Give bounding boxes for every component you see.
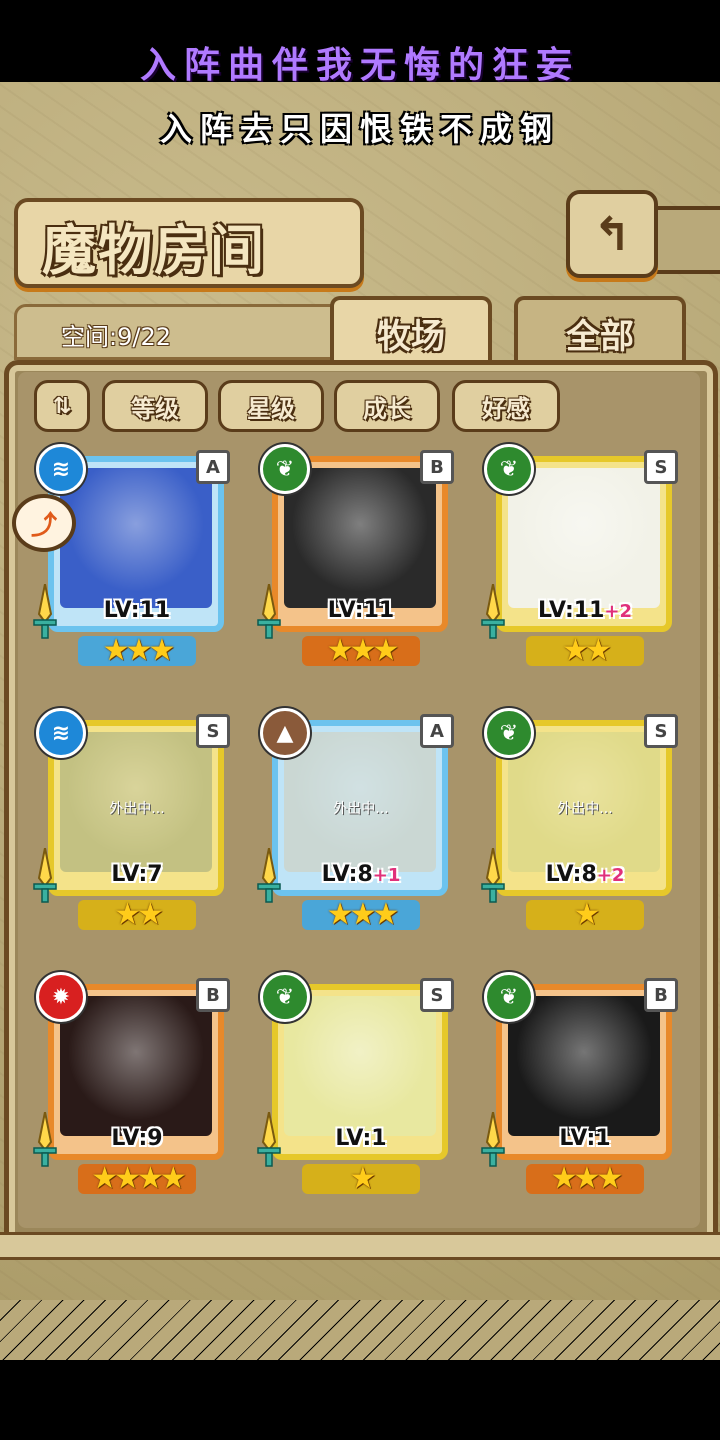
tab-all-label: 全部: [566, 316, 634, 357]
wind-element-icon: ❦: [484, 708, 534, 758]
return-arrow-icon: ↰: [592, 207, 632, 261]
level-label: LV:11: [40, 598, 234, 623]
fire-element-icon: ✹: [36, 972, 86, 1022]
monster-card[interactable]: S ❦ LV:11+2 ★★: [481, 444, 682, 666]
level-label: LV:8+2: [488, 862, 682, 887]
star-rating: ★★★: [102, 633, 176, 668]
tab-all[interactable]: 全部: [514, 296, 686, 366]
level-label: LV:11: [264, 598, 458, 623]
monster-portrait: [60, 996, 212, 1136]
rank-badge: B: [196, 978, 230, 1012]
star-rating: ★★★: [550, 1161, 624, 1196]
earth-element-icon: ▲: [260, 708, 310, 758]
monster-card[interactable]: B ❦ LV:11 ★★★: [257, 444, 458, 666]
sort-affection-button[interactable]: 好感: [452, 380, 560, 432]
monster-card[interactable]: A ▲ 外出中... LV:8+1 ★★★: [257, 708, 458, 930]
level-value: LV:11: [103, 598, 171, 623]
sort-order-icon: ⇅: [52, 393, 72, 419]
space-counter-bar: 空间:9/22: [14, 304, 350, 360]
monster-card[interactable]: S ≋ 外出中... LV:7 ★★: [33, 708, 234, 930]
monster-portrait: [508, 996, 660, 1136]
away-status: 外出中...: [557, 801, 613, 817]
rank-badge: A: [196, 450, 230, 484]
level-value: LV:7: [111, 862, 163, 887]
level-value: LV:1: [335, 1126, 387, 1151]
monster-portrait: [508, 468, 660, 608]
rank-badge: S: [420, 978, 454, 1012]
star-rating: ★★: [114, 897, 164, 932]
back-button-rail: [650, 206, 720, 274]
sort-growth-label: 成长: [363, 394, 411, 423]
monster-portrait: [60, 468, 212, 608]
star-rating: ★★: [562, 633, 612, 668]
page-title: 魔物房间: [42, 219, 266, 282]
rank-badge: S: [644, 714, 678, 748]
star-rating: ★: [349, 1161, 377, 1196]
sort-order-toggle[interactable]: ⇅: [34, 380, 90, 432]
rank-badge: B: [420, 450, 454, 484]
star-rating: ★★★★: [91, 1161, 187, 1196]
level-bonus: +1: [372, 865, 401, 886]
sort-level-button[interactable]: 等级: [102, 380, 208, 432]
sort-growth-button[interactable]: 成长: [334, 380, 440, 432]
star-rating: ★: [573, 897, 601, 932]
level-bonus: +2: [596, 865, 625, 886]
level-label: LV:9: [40, 1126, 234, 1151]
level-label: LV:7: [40, 862, 234, 887]
torn-paper-edge: [0, 1300, 720, 1360]
wind-element-icon: ❦: [260, 444, 310, 494]
monster-portrait: [284, 468, 436, 608]
panel-bottom-border: [0, 1232, 720, 1260]
rank-badge: S: [196, 714, 230, 748]
tab-ranch-label: 牧场: [377, 316, 445, 357]
lock-toggle-button[interactable]: ⤴: [12, 494, 76, 552]
level-value: LV:8: [321, 862, 373, 887]
monster-portrait: [284, 996, 436, 1136]
away-status: 外出中...: [333, 801, 389, 817]
lyric-line-1: 入阵曲伴我无悔的狂妄: [139, 45, 580, 86]
level-label: LV:8+1: [264, 862, 458, 887]
sort-affection-label: 好感: [482, 394, 530, 423]
level-label: LV:1: [488, 1126, 682, 1151]
star-rating: ★★★: [326, 897, 400, 932]
wind-element-icon: ❦: [484, 972, 534, 1022]
rank-badge: A: [420, 714, 454, 748]
level-value: LV:9: [111, 1126, 163, 1151]
title-plate: 魔物房间: [14, 198, 364, 288]
monster-card[interactable]: S ❦ LV:1 ★: [257, 972, 458, 1194]
tab-ranch[interactable]: 牧场: [330, 296, 492, 366]
monster-card[interactable]: B ✹ LV:9 ★★★★: [33, 972, 234, 1194]
back-button[interactable]: ↰: [566, 190, 658, 278]
monster-card[interactable]: A ≋ LV:11 ★★★: [33, 444, 234, 666]
away-status: 外出中...: [109, 801, 165, 817]
rank-badge: B: [644, 978, 678, 1012]
level-bonus: +2: [604, 601, 633, 622]
arrow-badge-icon: ⤴: [30, 510, 57, 541]
wind-element-icon: ❦: [484, 444, 534, 494]
monster-card[interactable]: B ❦ LV:1 ★★★: [481, 972, 682, 1194]
lyric-line-2: 入阵去只因恨铁不成钢: [159, 110, 560, 148]
level-value: LV:8: [545, 862, 597, 887]
sort-star-label: 星级: [247, 394, 295, 423]
space-counter: 空间:9/22: [61, 323, 171, 351]
water-element-icon: ≋: [36, 444, 86, 494]
monster-card[interactable]: S ❦ 外出中... LV:8+2 ★: [481, 708, 682, 930]
sort-star-button[interactable]: 星级: [218, 380, 324, 432]
level-label: LV:11+2: [488, 598, 682, 623]
sort-level-label: 等级: [131, 394, 179, 423]
level-value: LV:11: [537, 598, 605, 623]
star-rating: ★★★: [326, 633, 400, 668]
level-value: LV:1: [559, 1126, 611, 1151]
water-element-icon: ≋: [36, 708, 86, 758]
level-label: LV:1: [264, 1126, 458, 1151]
level-value: LV:11: [327, 598, 395, 623]
wind-element-icon: ❦: [260, 972, 310, 1022]
rank-badge: S: [644, 450, 678, 484]
